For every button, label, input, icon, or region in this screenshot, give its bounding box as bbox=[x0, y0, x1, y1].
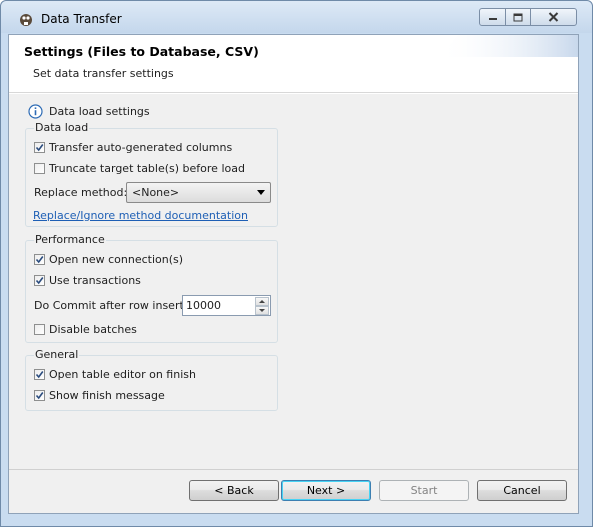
data-load-group: Data load Transfer auto-generated column… bbox=[25, 121, 278, 227]
page-title: Settings (Files to Database, CSV) bbox=[24, 44, 259, 59]
wizard-client-area: Settings (Files to Database, CSV) Set da… bbox=[8, 34, 579, 514]
truncate-tables-checkbox[interactable]: Truncate target table(s) before load bbox=[34, 162, 245, 175]
transfer-auto-columns-checkbox[interactable]: Transfer auto-generated columns bbox=[34, 141, 232, 154]
arrow-up-icon bbox=[259, 300, 265, 303]
window-title: Data Transfer bbox=[41, 12, 122, 26]
checkbox-label: Truncate target table(s) before load bbox=[49, 162, 245, 175]
select-value: <None> bbox=[132, 186, 180, 199]
dbeaver-beaver-icon bbox=[20, 14, 32, 26]
close-icon bbox=[548, 12, 559, 22]
footer-divider bbox=[9, 469, 578, 470]
checkmark-icon bbox=[35, 256, 44, 264]
section-label: Data load settings bbox=[49, 105, 150, 118]
checkmark-icon bbox=[35, 392, 44, 400]
checkbox-box[interactable] bbox=[34, 390, 45, 401]
open-table-editor-checkbox[interactable]: Open table editor on finish bbox=[34, 368, 196, 381]
spinner-up-button[interactable] bbox=[255, 297, 269, 306]
arrow-down-icon bbox=[259, 309, 265, 312]
group-title: Performance bbox=[34, 233, 106, 246]
checkbox-label: Use transactions bbox=[49, 274, 141, 287]
checkbox-label: Show finish message bbox=[49, 389, 165, 402]
maximize-button[interactable] bbox=[505, 8, 531, 26]
checkbox-label: Disable batches bbox=[49, 323, 137, 336]
checkmark-icon bbox=[35, 144, 44, 152]
checkbox-label: Transfer auto-generated columns bbox=[49, 141, 233, 154]
performance-group: Performance Open new connection(s) Use t… bbox=[25, 233, 278, 343]
open-new-connections-checkbox[interactable]: Open new connection(s) bbox=[34, 253, 183, 266]
checkbox-box[interactable] bbox=[34, 163, 45, 174]
show-finish-message-checkbox[interactable]: Show finish message bbox=[34, 389, 165, 402]
spinner-value[interactable]: 10000 bbox=[186, 299, 221, 312]
title-bar[interactable]: Data Transfer bbox=[1, 1, 592, 33]
page-subtitle: Set data transfer settings bbox=[33, 67, 174, 80]
maximize-icon bbox=[513, 13, 523, 21]
group-title: General bbox=[34, 348, 80, 361]
checkbox-box[interactable] bbox=[34, 369, 45, 380]
wizard-header: Settings (Files to Database, CSV) Set da… bbox=[9, 35, 578, 93]
chevron-down-icon bbox=[257, 190, 265, 195]
header-banner-decoration bbox=[438, 35, 578, 57]
cancel-button[interactable]: Cancel bbox=[477, 480, 567, 501]
commit-after-label: Do Commit after row insert: bbox=[34, 299, 188, 312]
checkbox-label: Open new connection(s) bbox=[49, 253, 184, 266]
close-button[interactable] bbox=[530, 8, 577, 26]
replace-method-label: Replace method: bbox=[34, 186, 128, 199]
minimize-icon bbox=[488, 18, 497, 20]
start-button[interactable]: Start bbox=[379, 480, 469, 501]
next-button[interactable]: Next > bbox=[281, 480, 371, 501]
checkbox-box[interactable] bbox=[34, 254, 45, 265]
group-title: Data load bbox=[34, 121, 90, 134]
info-icon bbox=[28, 104, 43, 119]
replace-method-select[interactable]: <None> bbox=[126, 182, 271, 203]
header-divider bbox=[9, 93, 578, 94]
minimize-button[interactable] bbox=[479, 8, 506, 26]
spinner-down-button[interactable] bbox=[255, 306, 269, 315]
data-transfer-window: Data Transfer Settings (Files to Databas… bbox=[0, 0, 593, 527]
window-bottom-frame bbox=[1, 514, 592, 526]
use-transactions-checkbox[interactable]: Use transactions bbox=[34, 274, 141, 287]
replace-method-doc-link[interactable]: Replace/Ignore method documentation bbox=[33, 209, 248, 222]
checkbox-box[interactable] bbox=[34, 275, 45, 286]
checkbox-box[interactable] bbox=[34, 142, 45, 153]
checkmark-icon bbox=[35, 277, 44, 285]
checkbox-label: Open table editor on finish bbox=[49, 368, 196, 381]
checkbox-box[interactable] bbox=[34, 324, 45, 335]
checkmark-icon bbox=[35, 371, 44, 379]
back-button[interactable]: < Back bbox=[189, 480, 279, 501]
general-group: General Open table editor on finish Show… bbox=[25, 348, 278, 411]
commit-after-spinner[interactable]: 10000 bbox=[182, 295, 271, 316]
disable-batches-checkbox[interactable]: Disable batches bbox=[34, 323, 137, 336]
